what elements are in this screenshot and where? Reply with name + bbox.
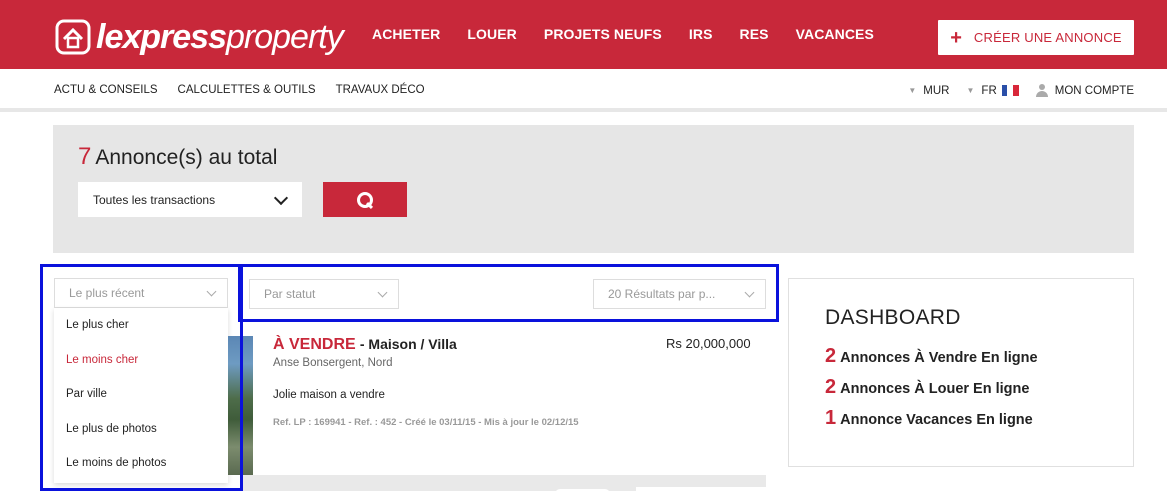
search-button[interactable] bbox=[323, 182, 407, 217]
nav-acheter[interactable]: ACHETER bbox=[372, 26, 440, 42]
listing-reference: Ref. LP : 169941 - Ref. : 452 - Créé le … bbox=[273, 417, 579, 428]
dashboard-line-vacances[interactable]: 1 Annonce Vacances En ligne bbox=[825, 407, 1033, 430]
listing-description: Jolie maison a vendre bbox=[273, 389, 385, 401]
logo-wordmark: lexpressproperty bbox=[96, 18, 344, 56]
search-panel: 7 Annonce(s) au total Toutes les transact… bbox=[53, 125, 1134, 253]
transaction-select-value: Toutes les transactions bbox=[93, 192, 216, 207]
dashboard-line-vendre[interactable]: 2 Annonces À Vendre En ligne bbox=[825, 345, 1038, 368]
link-actu-conseils[interactable]: ACTU & CONSEILS bbox=[54, 84, 158, 96]
account-label: MON COMPTE bbox=[1054, 84, 1134, 97]
nav-louer[interactable]: LOUER bbox=[467, 26, 517, 42]
account-link[interactable]: MON COMPTE bbox=[1035, 84, 1134, 97]
caret-down-icon: ▼ bbox=[908, 86, 917, 95]
site-logo[interactable]: lexpressproperty bbox=[54, 14, 344, 60]
dashboard-panel: DASHBOARD 2 Annonces À Vendre En ligne 2A… bbox=[788, 278, 1134, 467]
language-selector[interactable]: ▼ FR bbox=[967, 85, 1019, 97]
transaction-select[interactable]: Toutes les transactions bbox=[78, 182, 302, 217]
main-nav: ACHETER LOUER PROJETS NEUFS IRS RES VACA… bbox=[372, 26, 901, 42]
dashboard-line-louer[interactable]: 2 Annonces À Louer En ligne bbox=[825, 376, 1029, 399]
plus-icon: + bbox=[950, 26, 962, 49]
create-listing-label: CRÉER UNE ANNONCE bbox=[973, 30, 1122, 45]
results-total: 7 Annonce(s) au total bbox=[78, 143, 277, 171]
user-settings: ▼ MUR ▼ FR MON COMPTE bbox=[891, 84, 1134, 97]
listing-type: - Maison / Villa bbox=[359, 336, 457, 352]
next-listing-card bbox=[242, 475, 766, 491]
dashboard-label: Annonces À Vendre En ligne bbox=[840, 350, 1038, 366]
secondary-nav-links: ACTU & CONSEILS CALCULETTES & OUTILS TRA… bbox=[54, 84, 445, 96]
results-label: Annonce(s) au total bbox=[95, 146, 278, 169]
results-count: 7 bbox=[78, 143, 92, 170]
nav-vacances[interactable]: VACANCES bbox=[796, 26, 874, 42]
dashboard-title: DASHBOARD bbox=[825, 306, 961, 329]
language-label: FR bbox=[981, 84, 997, 97]
link-travaux-deco[interactable]: TRAVAUX DÉCO bbox=[336, 84, 425, 96]
highlight-filter-region bbox=[238, 264, 779, 322]
placeholder-shape bbox=[636, 487, 766, 491]
caret-down-icon: ▼ bbox=[966, 86, 975, 95]
house-logo-icon bbox=[55, 19, 91, 55]
dashboard-count: 2 bbox=[825, 376, 837, 398]
french-flag-icon bbox=[1001, 85, 1019, 96]
listing-location: Anse Bonsergent, Nord bbox=[273, 357, 393, 369]
user-icon bbox=[1035, 84, 1048, 97]
dashboard-count: 2 bbox=[825, 345, 837, 367]
chevron-down-icon bbox=[273, 190, 289, 206]
top-header: lexpressproperty ACHETER LOUER PROJETS N… bbox=[0, 0, 1167, 69]
dashboard-label: Annonces À Louer En ligne bbox=[840, 381, 1030, 397]
dashboard-label: Annonce Vacances En ligne bbox=[840, 412, 1033, 428]
link-calculettes-outils[interactable]: CALCULETTES & OUTILS bbox=[178, 84, 316, 96]
currency-selector[interactable]: ▼ MUR bbox=[908, 85, 949, 97]
currency-label: MUR bbox=[923, 84, 950, 97]
highlight-sort-region bbox=[40, 264, 243, 491]
create-listing-button[interactable]: + CRÉER UNE ANNONCE bbox=[938, 20, 1134, 55]
dashboard-count: 1 bbox=[825, 407, 837, 429]
nav-irs[interactable]: IRS bbox=[689, 26, 713, 42]
listing-title[interactable]: À VENDRE - Maison / Villa bbox=[273, 336, 457, 354]
nav-res[interactable]: RES bbox=[740, 26, 769, 42]
search-icon bbox=[356, 191, 374, 209]
nav-projets-neufs[interactable]: PROJETS NEUFS bbox=[544, 26, 662, 42]
secondary-nav: ACTU & CONSEILS CALCULETTES & OUTILS TRA… bbox=[0, 69, 1167, 112]
listing-price: Rs 20,000,000 bbox=[666, 336, 751, 351]
listing-badge: À VENDRE bbox=[273, 336, 356, 353]
